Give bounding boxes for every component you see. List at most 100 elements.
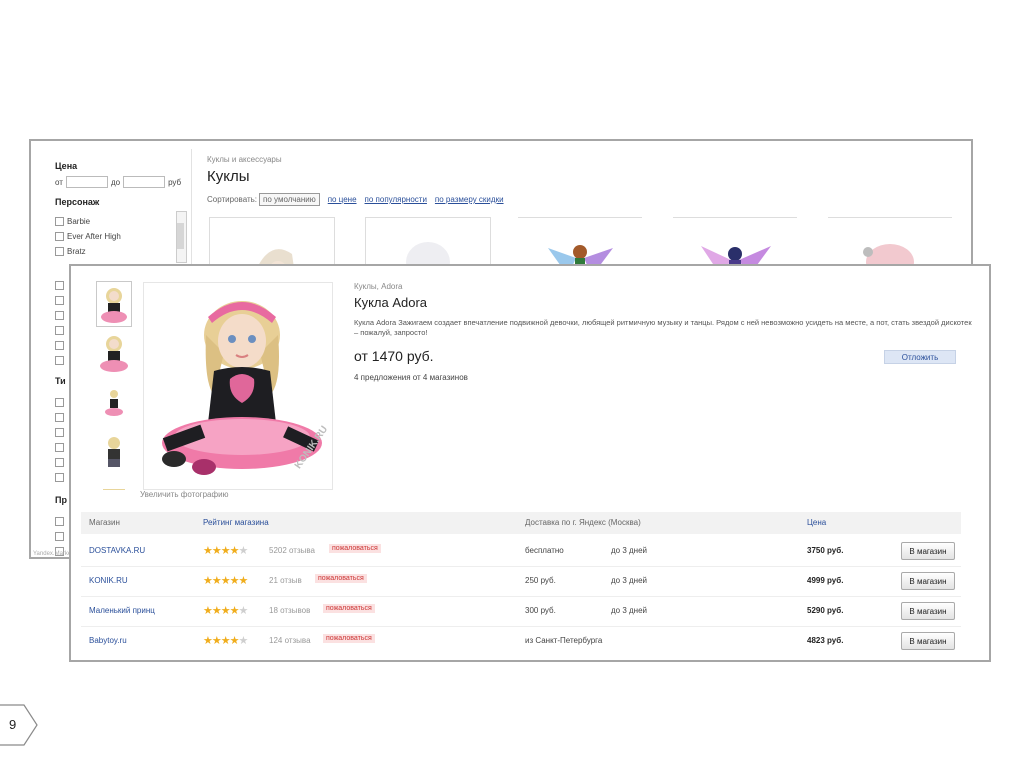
delivery-cost: 250 руб.	[525, 576, 556, 585]
sort-by-discount-link[interactable]: по размеру скидки	[435, 195, 504, 204]
price-filter-title: Цена	[55, 161, 78, 171]
offer-price: 5290 руб.	[807, 606, 844, 615]
checkbox[interactable]	[55, 532, 64, 541]
sort-default-button[interactable]: по умолчанию	[259, 193, 320, 206]
column-header-delivery: Доставка по г. Яндекс (Москва)	[525, 518, 641, 527]
sort-by-popularity-link[interactable]: по популярности	[365, 195, 427, 204]
reviews-link[interactable]: 5202 отзыва	[269, 546, 315, 555]
checkbox[interactable]	[55, 247, 64, 256]
go-to-shop-button[interactable]: В магазин	[901, 632, 955, 650]
offer-price: 3750 руб.	[807, 546, 844, 555]
checkbox[interactable]	[55, 443, 64, 452]
checkbox[interactable]	[55, 473, 64, 482]
price-filter: от до руб	[55, 176, 181, 188]
shop-link[interactable]: Маленький принц	[89, 606, 155, 615]
go-to-shop-button[interactable]: В магазин	[901, 602, 955, 620]
character-option[interactable]: Ever After High	[55, 232, 121, 241]
shop-link[interactable]: DOSTAVKA.RU	[89, 546, 145, 555]
shop-link[interactable]: KONIK.RU	[89, 576, 128, 585]
sort-by-price-link[interactable]: по цене	[328, 195, 357, 204]
breadcrumb[interactable]: Куклы, Adora	[354, 282, 402, 291]
page-title: Куклы	[207, 168, 250, 185]
table-row: DOSTAVKA.RU ★★★★★ 5202 отзыва пожаловать…	[81, 536, 961, 567]
slide-number: 9	[9, 717, 17, 732]
price-currency: руб	[168, 177, 182, 187]
character-option-label: Bratz	[67, 247, 86, 256]
character-option[interactable]: Barbie	[55, 217, 90, 226]
product-window: KONIK.RU Увеличить фотографию Куклы, Ado…	[69, 264, 991, 662]
rating-stars: ★★★★★	[203, 605, 248, 617]
delivery-cost: из Санкт-Петербурга	[525, 636, 603, 645]
slide-number-badge: 9	[0, 704, 40, 751]
go-to-shop-button[interactable]: В магазин	[901, 572, 955, 590]
checkbox[interactable]	[55, 341, 64, 350]
character-option-label: Barbie	[67, 217, 91, 226]
go-to-shop-button[interactable]: В магазин	[901, 542, 955, 560]
price-to-label: до	[110, 177, 121, 187]
delivery-cost: бесплатно	[525, 546, 564, 555]
offer-price: 4999 руб.	[807, 576, 844, 585]
rating-stars: ★★★★★	[203, 635, 248, 647]
breadcrumb[interactable]: Куклы и аксессуары	[207, 155, 282, 164]
price-to-input[interactable]	[123, 176, 166, 188]
offer-price: 4823 руб.	[807, 636, 844, 645]
price-from-input[interactable]	[65, 176, 108, 188]
column-header-shop: Магазин	[89, 518, 120, 527]
reviews-link[interactable]: 124 отзыва	[269, 636, 311, 645]
enlarge-photo-link[interactable]: Увеличить фотографию	[140, 490, 229, 499]
type-filter-title: Ти	[55, 376, 66, 386]
product-thumbnail[interactable]	[97, 432, 131, 476]
footer-text: Yandex.Market	[33, 551, 73, 557]
checkbox[interactable]	[55, 326, 64, 335]
checkbox[interactable]	[55, 428, 64, 437]
rating-stars: ★★★★★	[203, 575, 248, 587]
table-row: KONIK.RU ★★★★★ 21 отзыв пожаловаться 250…	[81, 566, 961, 597]
product-thumbnail[interactable]	[97, 382, 131, 426]
complain-button[interactable]: пожаловаться	[323, 634, 375, 643]
checkbox[interactable]	[55, 232, 64, 241]
complain-button[interactable]: пожаловаться	[329, 544, 381, 553]
shop-link[interactable]: Babytoy.ru	[89, 636, 127, 645]
delivery-term: до 3 дней	[611, 606, 648, 615]
column-header-rating[interactable]: Рейтинг магазина	[203, 518, 269, 527]
product-title: Кукла Adora	[354, 295, 428, 310]
checkbox[interactable]	[55, 311, 64, 320]
checkbox[interactable]	[55, 356, 64, 365]
delivery-term: до 3 дней	[611, 546, 648, 555]
rating-stars: ★★★★★	[203, 545, 248, 557]
product-photo[interactable]: KONIK.RU	[143, 282, 333, 490]
checkbox[interactable]	[55, 296, 64, 305]
reviews-link[interactable]: 18 отзывов	[269, 606, 310, 615]
product-thumbnail[interactable]	[96, 281, 132, 327]
product-thumbnail[interactable]	[97, 332, 131, 376]
character-option[interactable]: Bratz	[55, 247, 86, 256]
character-option-label: Ever After High	[67, 232, 121, 241]
checkbox[interactable]	[55, 458, 64, 467]
delivery-cost: 300 руб.	[525, 606, 556, 615]
price-from-label: от	[55, 177, 63, 187]
complain-button[interactable]: пожаловаться	[323, 604, 375, 613]
complain-button[interactable]: пожаловаться	[315, 574, 367, 583]
offers-table-header: Магазин Рейтинг магазина Доставка по г. …	[81, 512, 961, 534]
sort-bar: Сортировать: по умолчанию по цене по поп…	[207, 193, 504, 206]
table-row: Babytoy.ru ★★★★★ 124 отзыва пожаловаться…	[81, 626, 961, 656]
checkbox[interactable]	[55, 398, 64, 407]
column-header-price[interactable]: Цена	[807, 518, 826, 527]
sort-label: Сортировать:	[207, 195, 258, 204]
character-filter-title: Персонаж	[55, 197, 100, 207]
adora-doll-image: KONIK.RU	[162, 301, 330, 475]
product-thumbnail[interactable]	[97, 482, 131, 490]
offers-count[interactable]: 4 предложения от 4 магазинов	[354, 373, 468, 382]
checkbox[interactable]	[55, 281, 64, 290]
checkbox[interactable]	[55, 517, 64, 526]
product-description: Кукла Adora Зажигаем создает впечатление…	[354, 318, 972, 337]
checkbox[interactable]	[55, 413, 64, 422]
filter-scrollbar-thumb[interactable]	[177, 223, 184, 249]
producer-filter-title: Пр	[55, 495, 67, 505]
defer-button[interactable]: Отложить	[884, 350, 956, 364]
product-price: от 1470 руб.	[354, 348, 434, 364]
delivery-term: до 3 дней	[611, 576, 648, 585]
reviews-link[interactable]: 21 отзыв	[269, 576, 302, 585]
checkbox[interactable]	[55, 217, 64, 226]
table-row: Маленький принц ★★★★★ 18 отзывов пожалов…	[81, 596, 961, 627]
